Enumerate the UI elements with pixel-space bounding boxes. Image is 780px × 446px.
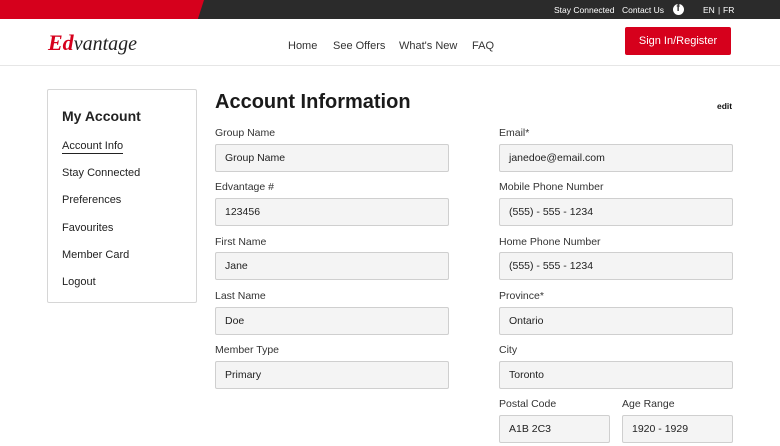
sidebar-title: My Account — [62, 108, 141, 124]
lang-fr-label: FR — [723, 4, 735, 15]
edvantage-number-label: Edvantage # — [215, 181, 274, 193]
city-field[interactable]: Toronto — [499, 361, 733, 389]
sidebar-item-account-info[interactable]: Account Info — [62, 140, 124, 154]
mobile-phone-label: Mobile Phone Number — [499, 181, 604, 193]
last-name-field[interactable]: Doe — [215, 307, 449, 335]
facebook-icon — [673, 3, 684, 15]
edvantage-number-field[interactable]: 123456 — [215, 198, 449, 226]
contact-us-label: Contact Us — [622, 4, 665, 15]
contact-us-link[interactable]: Contact Us — [622, 0, 664, 19]
sidebar-item-logout[interactable]: Logout — [62, 276, 96, 288]
logo-rest: vantage — [73, 33, 137, 55]
age-range-field[interactable]: 1920 - 1929 — [622, 415, 733, 443]
postal-code-label: Postal Code — [499, 398, 557, 410]
site-header: Edvantage Home See Offers What's New FAQ… — [0, 19, 780, 66]
lang-separator: | — [718, 0, 720, 19]
lang-en-label: EN — [703, 4, 715, 15]
province-field[interactable]: Ontario — [499, 307, 733, 335]
age-range-label: Age Range — [622, 398, 675, 410]
account-sidebar: My Account Account Info Stay Connected P… — [47, 89, 197, 303]
email-field[interactable]: janedoe@email.com — [499, 144, 733, 172]
city-label: City — [499, 344, 518, 356]
first-name-field[interactable]: Jane — [215, 252, 449, 280]
nav-whats-new[interactable]: What's New — [399, 40, 457, 52]
nav-see-offers[interactable]: See Offers — [333, 40, 385, 52]
stay-connected-label: Stay Connected — [554, 4, 615, 15]
lang-separator-label: | — [718, 4, 721, 15]
email-label: Email* — [499, 127, 530, 139]
member-type-label: Member Type — [215, 344, 279, 356]
facebook-link[interactable] — [673, 0, 684, 19]
nav-faq[interactable]: FAQ — [472, 40, 494, 52]
member-type-field[interactable]: Primary — [215, 361, 449, 389]
sidebar-item-favourites[interactable]: Favourites — [62, 222, 113, 234]
home-phone-label: Home Phone Number — [499, 236, 601, 248]
page-title: Account Information — [215, 91, 411, 113]
sidebar-item-stay-connected[interactable]: Stay Connected — [62, 167, 140, 179]
last-name-label: Last Name — [215, 290, 266, 302]
edvantage-logo[interactable]: Edvantage — [48, 30, 137, 56]
group-name-label: Group Name — [215, 127, 276, 139]
group-name-field[interactable]: Group Name — [215, 144, 449, 172]
lang-en-link[interactable]: EN — [703, 0, 715, 19]
mobile-phone-field[interactable]: (555) - 555 - 1234 — [499, 198, 733, 226]
first-name-label: First Name — [215, 236, 267, 248]
sign-in-register-button[interactable]: Sign In/Register — [625, 27, 731, 55]
province-label: Province* — [499, 290, 544, 302]
home-phone-field[interactable]: (555) - 555 - 1234 — [499, 252, 733, 280]
stay-connected-link[interactable]: Stay Connected — [554, 0, 614, 19]
brand-stripe — [0, 0, 204, 19]
postal-code-field[interactable]: A1B 2C3 — [499, 415, 610, 443]
sidebar-item-preferences[interactable]: Preferences — [62, 194, 121, 206]
edit-link[interactable]: edit — [717, 101, 732, 111]
nav-home[interactable]: Home — [288, 40, 317, 52]
lang-fr-link[interactable]: FR — [723, 0, 734, 19]
sidebar-item-member-card[interactable]: Member Card — [62, 249, 129, 261]
logo-ed: Ed — [48, 30, 74, 55]
